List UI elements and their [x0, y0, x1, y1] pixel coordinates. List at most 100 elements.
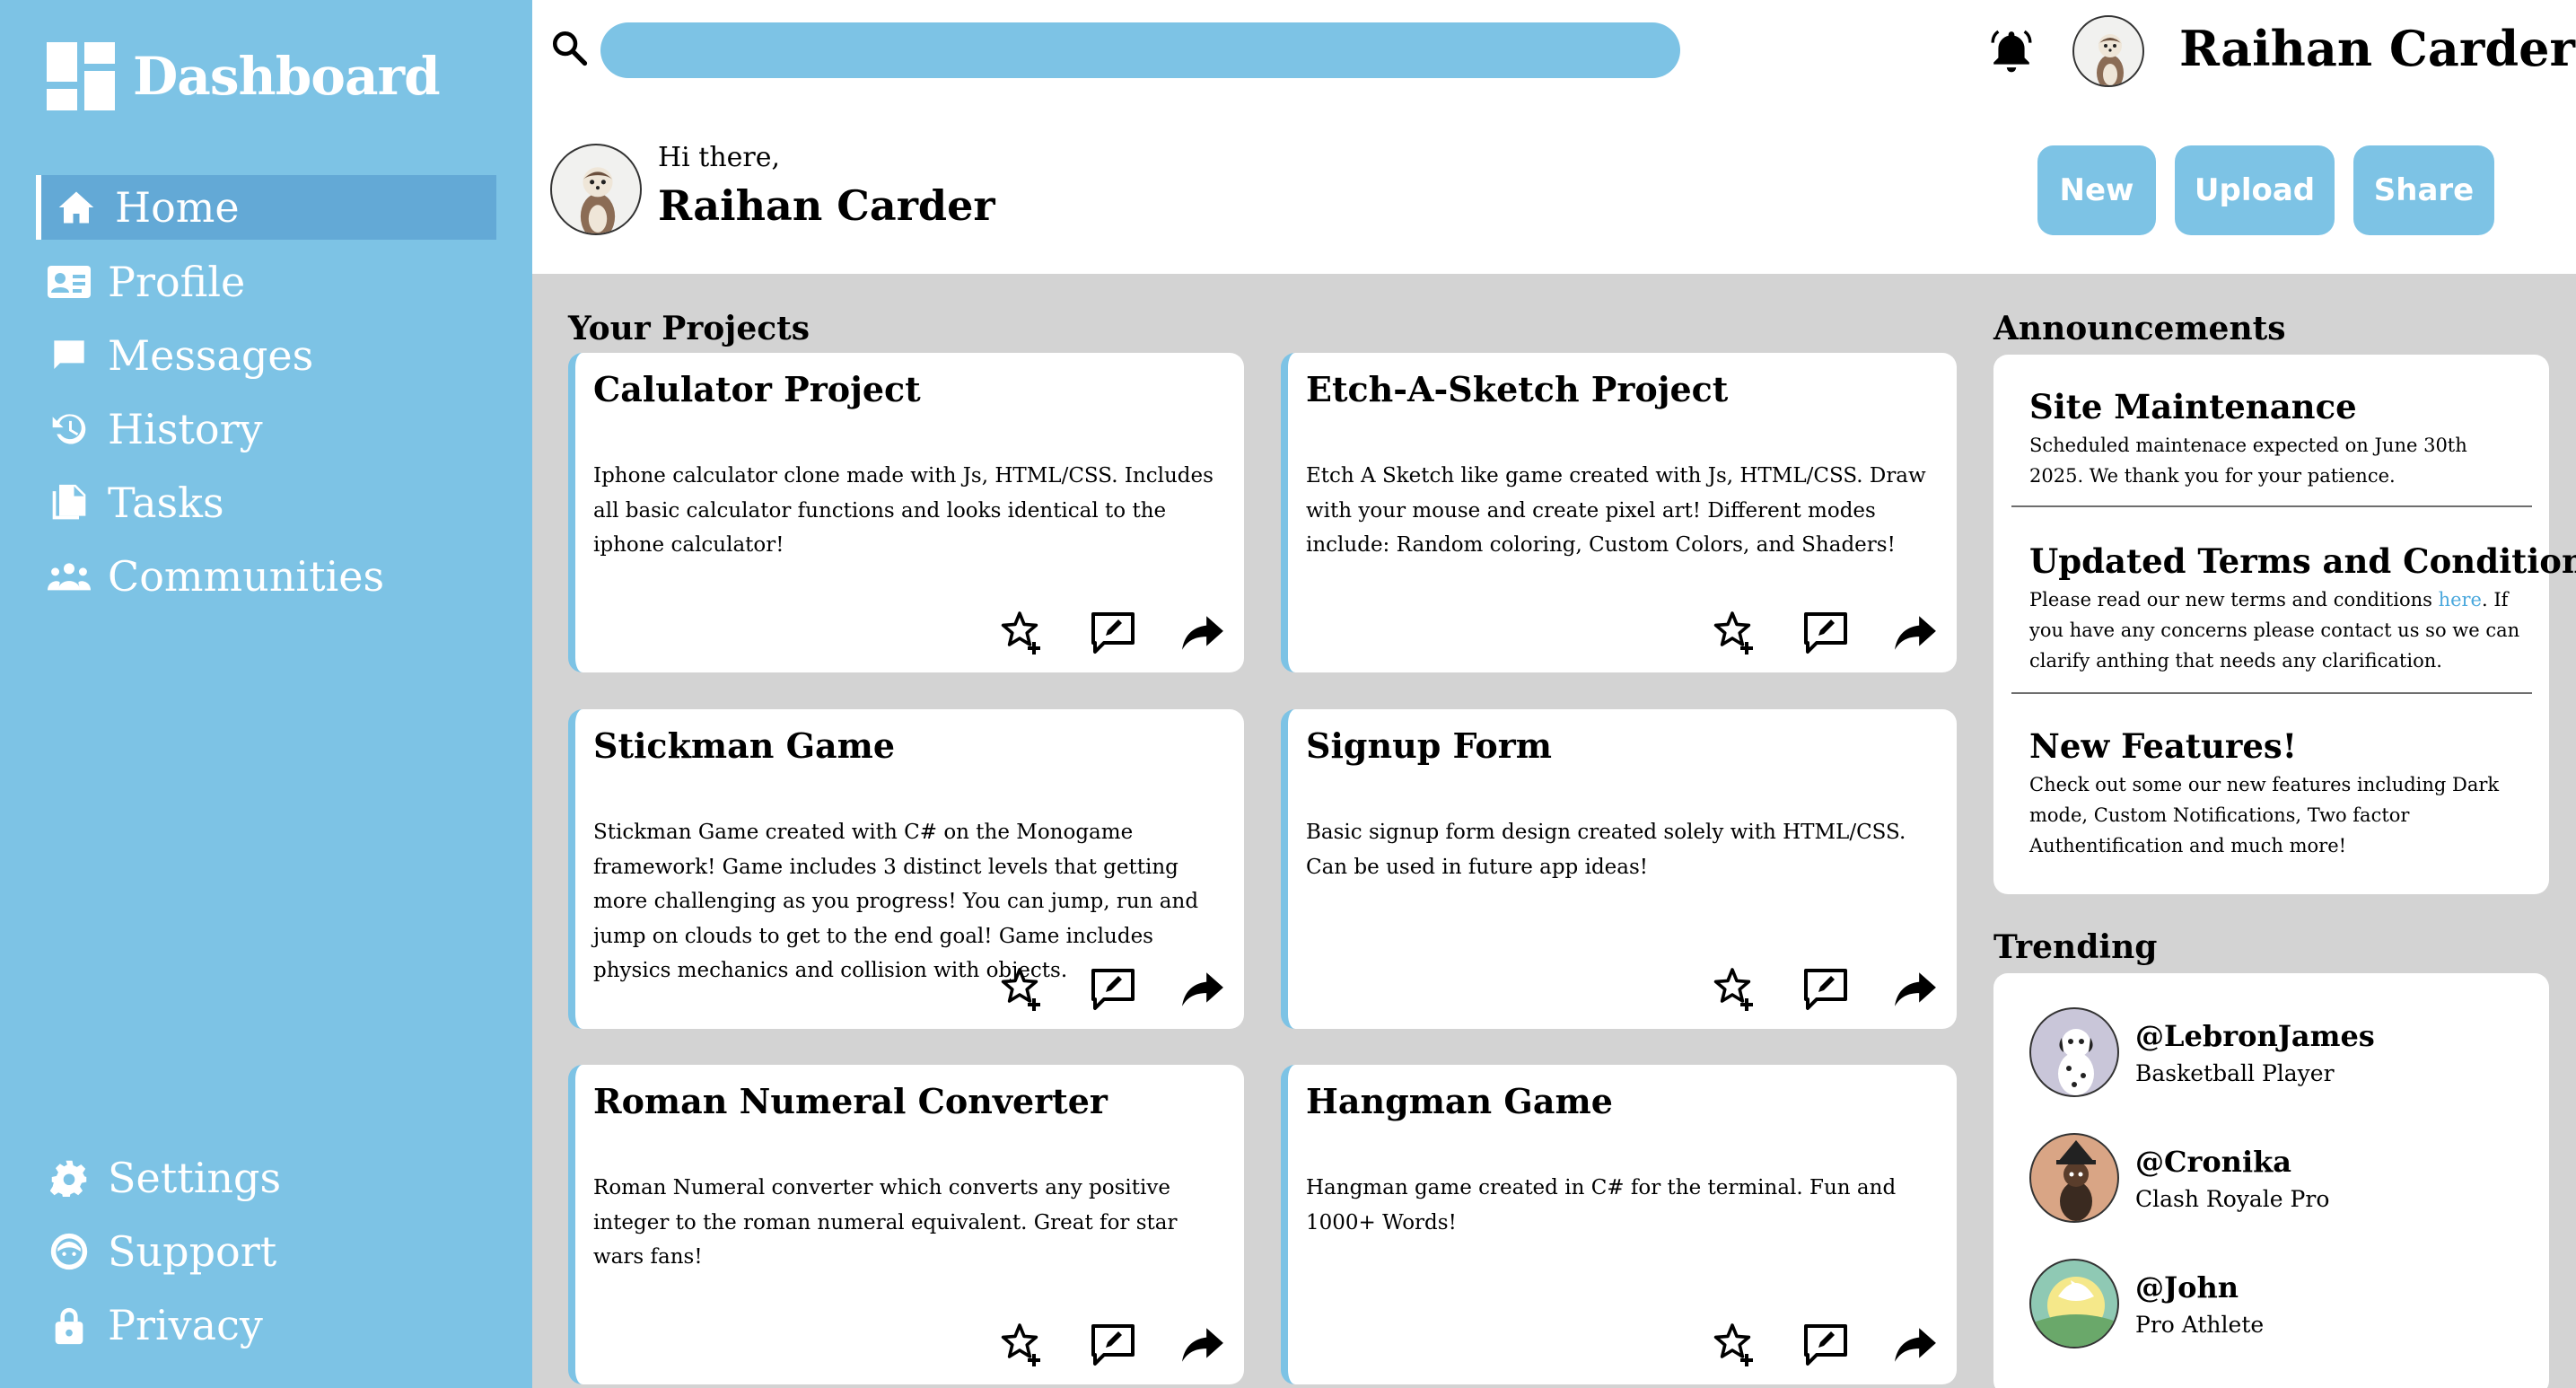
trending-avatar [2029, 1259, 2119, 1348]
project-description: Hangman game created in C# for the termi… [1306, 1176, 1897, 1234]
feedback-icon[interactable] [1090, 1322, 1136, 1368]
share-icon[interactable] [1892, 966, 1939, 1013]
sidebar-item-label: Settings [108, 1154, 282, 1202]
project-title: Calulator Project [593, 369, 921, 409]
project-card[interactable]: Stickman Game Stickman Game created with … [568, 709, 1244, 1029]
project-description: Stickman Game created with C# on the Mon… [593, 821, 1199, 982]
feedback-icon[interactable] [1802, 1322, 1849, 1368]
announcement-title: Updated Terms and Conditions [2029, 541, 2576, 581]
announcement-item: Updated Terms and Conditions Please read… [2029, 541, 2576, 676]
gear-icon [47, 1155, 92, 1200]
trending-panel: @LebronJames Basketball Player @Cronika … [1993, 973, 2549, 1388]
sidebar-item-communities[interactable]: Communities [36, 544, 496, 609]
new-button[interactable]: New [2037, 145, 2156, 235]
favorite-star-icon[interactable] [1713, 610, 1759, 656]
favorite-star-icon[interactable] [1713, 1322, 1759, 1368]
trending-handle: @Cronika [2135, 1144, 2291, 1179]
lock-icon [47, 1303, 92, 1348]
favorite-star-icon[interactable] [1000, 1322, 1047, 1368]
documents-icon [47, 480, 92, 525]
feedback-icon[interactable] [1090, 610, 1136, 656]
feedback-icon[interactable] [1090, 966, 1136, 1013]
announcement-item: New Features! Check out some our new fea… [2029, 726, 2523, 861]
announcement-title: Site Maintenance [2029, 387, 2357, 426]
id-card-icon [47, 259, 92, 304]
favorite-star-icon[interactable] [1713, 966, 1759, 1013]
project-actions [1713, 1322, 1939, 1368]
header-user-name: Raihan Carder [2179, 20, 2575, 77]
trending-handle: @LebronJames [2135, 1018, 2375, 1053]
announcement-text: Please read our new terms and conditions… [2029, 589, 2520, 672]
project-description: Etch A Sketch like game created with Js,… [1306, 464, 1926, 557]
feedback-icon[interactable] [1802, 966, 1849, 1013]
project-card[interactable]: Etch-A-Sketch Project Etch A Sketch like … [1281, 353, 1957, 672]
greeting-name: Raihan Carder [658, 181, 995, 230]
sidebar-item-history[interactable]: History [36, 397, 496, 461]
trending-role: Pro Athlete [2135, 1311, 2265, 1338]
project-card[interactable]: Roman Numeral Converter Roman Numeral con… [568, 1065, 1244, 1384]
trending-role: Clash Royale Pro [2135, 1185, 2330, 1212]
trending-item[interactable]: @LebronJames Basketball Player [2029, 1007, 2375, 1097]
dashboard-logo[interactable]: Dashboard [47, 42, 441, 110]
sidebar-item-profile[interactable]: Profile [36, 250, 496, 314]
project-card[interactable]: Hangman Game Hangman game created in C# f… [1281, 1065, 1957, 1384]
trending-avatar [2029, 1007, 2119, 1097]
share-icon[interactable] [1892, 610, 1939, 656]
trending-item[interactable]: @Cronika Clash Royale Pro [2029, 1133, 2329, 1223]
trending-item[interactable]: @John Pro Athlete [2029, 1259, 2264, 1348]
share-icon[interactable] [1179, 966, 1226, 1013]
announcement-item: Site Maintenance Scheduled maintenace ex… [2029, 387, 2523, 491]
upload-button[interactable]: Upload [2175, 145, 2335, 235]
sidebar-item-privacy[interactable]: Privacy [36, 1293, 496, 1357]
share-icon[interactable] [1179, 610, 1226, 656]
project-title: Stickman Game [593, 725, 896, 766]
trending-role: Basketball Player [2135, 1059, 2335, 1086]
announcement-divider [2011, 505, 2532, 507]
feedback-icon[interactable] [1802, 610, 1849, 656]
search-icon[interactable] [550, 29, 588, 70]
project-card[interactable]: Calulator Project Iphone calculator clone… [568, 353, 1244, 672]
favorite-star-icon[interactable] [1000, 966, 1047, 1013]
favorite-star-icon[interactable] [1000, 610, 1047, 656]
project-actions [1000, 610, 1226, 656]
sidebar-item-label: Privacy [108, 1301, 263, 1349]
trending-avatar [2029, 1133, 2119, 1223]
sidebar-item-settings[interactable]: Settings [36, 1146, 496, 1210]
chat-bubble-icon [47, 333, 92, 378]
sidebar-item-tasks[interactable]: Tasks [36, 470, 496, 535]
project-description: Iphone calculator clone made with Js, HT… [593, 464, 1214, 557]
project-actions [1713, 610, 1939, 656]
announcements-title: Announcements [1993, 310, 2286, 347]
share-icon[interactable] [1179, 1322, 1226, 1368]
project-actions [1000, 966, 1226, 1013]
top-header: Raihan Carder Hi there, Raihan Carder Ne… [532, 0, 2576, 274]
sidebar-item-home[interactable]: Home [36, 175, 496, 240]
user-avatar[interactable] [2072, 15, 2144, 87]
terms-link[interactable]: here [2439, 589, 2482, 611]
sidebar-item-label: Tasks [108, 479, 224, 527]
share-button[interactable]: Share [2353, 145, 2494, 235]
announcement-text: Scheduled maintenace expected on June 30… [2029, 435, 2467, 487]
project-card[interactable]: Signup Form Basic signup form design crea… [1281, 709, 1957, 1029]
greeting-text: Hi there, [658, 142, 781, 173]
sidebar-item-label: History [108, 405, 263, 453]
announcement-title: New Features! [2029, 726, 2297, 766]
sidebar-item-label: Messages [108, 331, 314, 380]
notification-bell-icon[interactable] [1989, 27, 2034, 77]
greeting-avatar [550, 144, 642, 235]
project-actions [1000, 1322, 1226, 1368]
dashboard-title: Dashboard [133, 46, 441, 107]
share-icon[interactable] [1892, 1322, 1939, 1368]
announcements-panel: Site Maintenance Scheduled maintenace ex… [1993, 355, 2576, 894]
history-icon [47, 407, 92, 452]
sidebar-item-messages[interactable]: Messages [36, 323, 496, 388]
sidebar-item-label: Profile [108, 258, 246, 306]
announcement-text: Check out some our new features includin… [2029, 774, 2500, 857]
project-description: Roman Numeral converter which converts a… [593, 1176, 1178, 1269]
search-input[interactable] [600, 22, 1680, 78]
projects-section-title: Your Projects [568, 310, 810, 347]
home-icon [54, 185, 99, 230]
sidebar-item-support[interactable]: Support [36, 1219, 496, 1284]
trending-handle: @John [2135, 1269, 2239, 1305]
announcement-divider [2011, 692, 2532, 694]
